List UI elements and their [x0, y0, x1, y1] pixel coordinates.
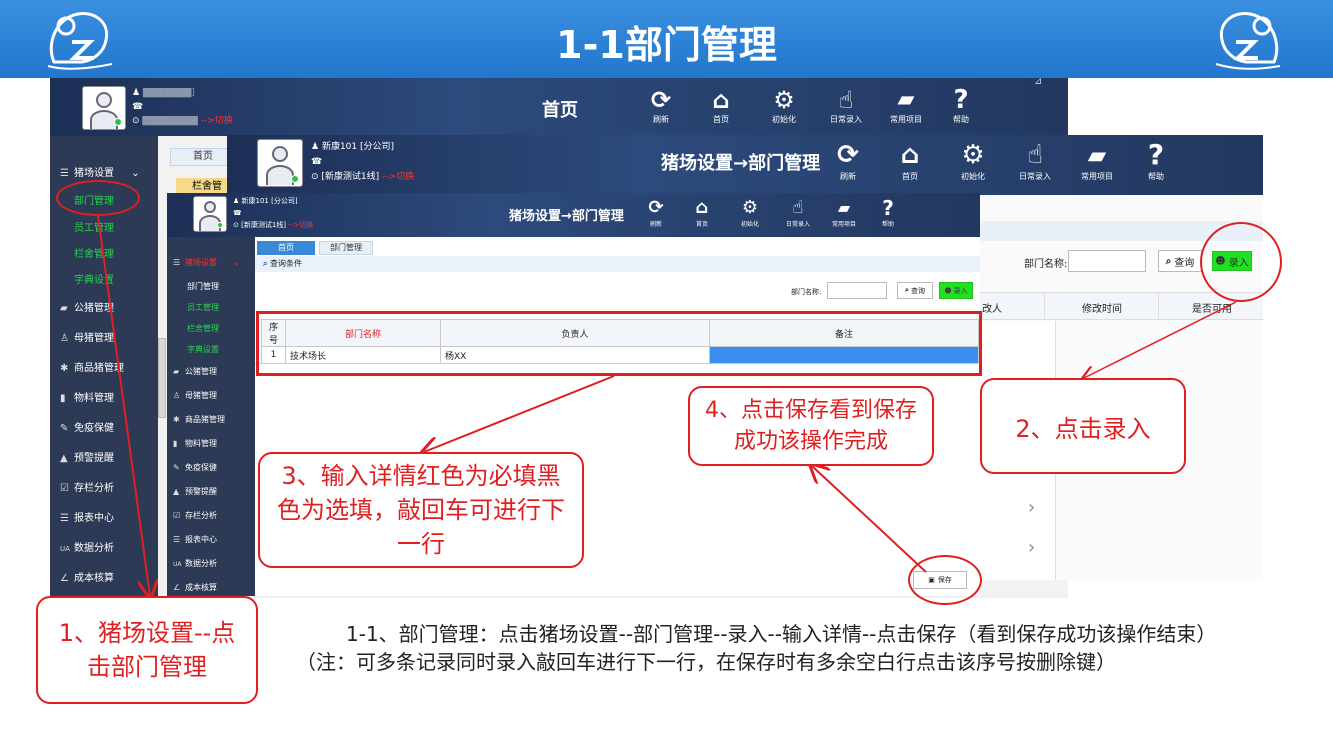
callout-step2: 2、点击录入: [980, 378, 1186, 474]
callout-step4: 4、点击保存看到保存成功该操作完成: [688, 386, 934, 466]
callout-step3: 3、输入详情红色为必填黑色为选填，敲回车可进行下一行: [258, 452, 584, 568]
callout-step1: 1、猪场设置--点击部门管理: [36, 596, 258, 704]
slide-description: 1-1、部门管理：点击猪场设置--部门管理--录入--输入详情--点击保存（看到…: [296, 622, 1217, 674]
